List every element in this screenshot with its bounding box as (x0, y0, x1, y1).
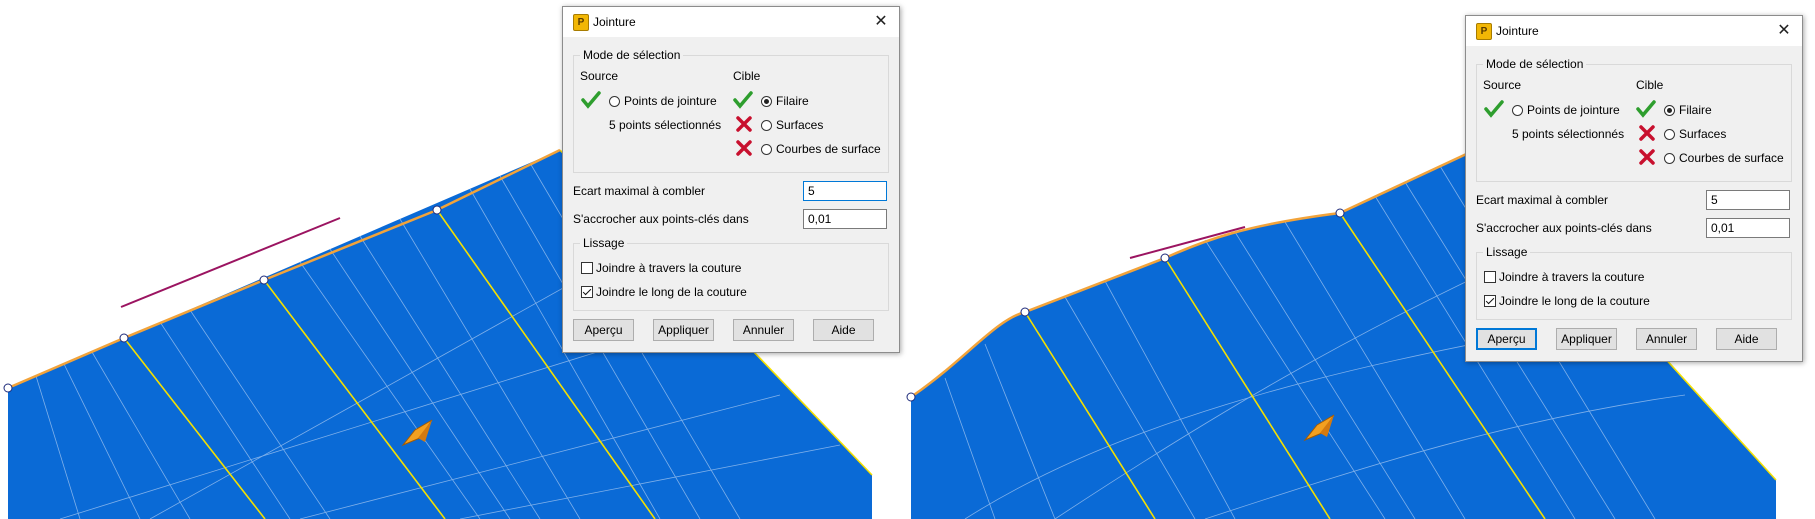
snap-keypoints-label: S'accrocher aux points-clés dans (1476, 221, 1652, 235)
source-label: Source (1483, 78, 1522, 92)
checkmark-icon (1636, 100, 1656, 118)
help-button[interactable]: Aide (813, 319, 874, 341)
checkbox-join-across-seam[interactable] (581, 262, 593, 274)
error-cross-icon (736, 140, 752, 156)
smoothing-group: Lissage (573, 236, 889, 311)
radio-target-wireframe[interactable] (1664, 105, 1675, 116)
error-cross-icon (1639, 125, 1655, 141)
dialog-title: Jointure (593, 15, 636, 29)
cancel-button[interactable]: Annuler (733, 319, 794, 341)
dialog-titlebar[interactable]: P Jointure ✕ (563, 7, 899, 37)
checkmark-icon (581, 91, 601, 109)
close-button[interactable]: ✕ (863, 7, 899, 37)
snap-keypoints-label: S'accrocher aux points-clés dans (573, 212, 749, 226)
apply-button[interactable]: Appliquer (1556, 328, 1617, 350)
selection-count-status: 5 points sélectionnés (1512, 127, 1625, 141)
radio-join-points-label[interactable]: Points de jointure (1527, 103, 1620, 117)
app-logo-icon: P (573, 14, 589, 31)
radio-join-points[interactable] (1512, 105, 1523, 116)
max-gap-field[interactable] (1706, 190, 1790, 210)
selection-count-status: 5 points sélectionnés (609, 118, 722, 132)
checkbox-join-across-seam[interactable] (1484, 271, 1496, 283)
group-legend: Mode de sélection (1483, 57, 1587, 71)
group-legend: Lissage (1483, 245, 1531, 259)
radio-join-points[interactable] (609, 96, 620, 107)
target-label: Cible (1636, 78, 1664, 92)
jointure-dialog: P Jointure ✕ Mode de sélection Source Ci… (1465, 15, 1803, 362)
radio-target-surfaces-label[interactable]: Surfaces (776, 118, 823, 132)
jointure-dialog: P Jointure ✕ Mode de sélection Source Ci… (562, 6, 900, 353)
checkbox-join-across-seam-label[interactable]: Joindre à travers la couture (1499, 270, 1644, 284)
max-gap-field[interactable] (803, 181, 887, 201)
checkbox-join-along-seam[interactable] (1484, 295, 1496, 307)
preview-button[interactable]: Aperçu (1476, 328, 1537, 350)
close-button[interactable]: ✕ (1766, 16, 1802, 46)
apply-button[interactable]: Appliquer (653, 319, 714, 341)
source-label: Source (580, 69, 619, 83)
radio-target-surfaces[interactable] (1664, 129, 1675, 140)
snap-tolerance-field[interactable] (1706, 218, 1790, 238)
cancel-button[interactable]: Annuler (1636, 328, 1697, 350)
radio-target-surfaces-label[interactable]: Surfaces (1679, 127, 1726, 141)
max-gap-label: Ecart maximal à combler (573, 184, 706, 198)
radio-target-wireframe-label[interactable]: Filaire (1679, 103, 1712, 117)
error-cross-icon (1639, 149, 1655, 165)
group-legend: Mode de sélection (580, 48, 684, 62)
group-legend: Lissage (580, 236, 628, 250)
smoothing-group: Lissage (1476, 245, 1792, 320)
checkbox-join-along-seam-label[interactable]: Joindre le long de la couture (596, 285, 747, 299)
preview-button[interactable]: Aperçu (573, 319, 634, 341)
radio-target-surface-curves[interactable] (1664, 153, 1675, 164)
radio-target-surfaces[interactable] (761, 120, 772, 131)
dialog-titlebar[interactable]: P Jointure ✕ (1466, 16, 1802, 46)
radio-join-points-label[interactable]: Points de jointure (624, 94, 717, 108)
checkmark-icon (1484, 100, 1504, 118)
radio-target-surface-curves[interactable] (761, 144, 772, 155)
radio-target-surface-curves-label[interactable]: Courbes de surface (1679, 151, 1784, 165)
help-button[interactable]: Aide (1716, 328, 1777, 350)
dialog-title: Jointure (1496, 24, 1539, 38)
snap-tolerance-field[interactable] (803, 209, 887, 229)
target-label: Cible (733, 69, 761, 83)
app-logo-icon: P (1476, 23, 1492, 40)
checkbox-join-along-seam[interactable] (581, 286, 593, 298)
checkbox-join-across-seam-label[interactable]: Joindre à travers la couture (596, 261, 741, 275)
radio-target-wireframe-label[interactable]: Filaire (776, 94, 809, 108)
radio-target-wireframe[interactable] (761, 96, 772, 107)
checkmark-icon (733, 91, 753, 109)
max-gap-label: Ecart maximal à combler (1476, 193, 1609, 207)
error-cross-icon (736, 116, 752, 132)
radio-target-surface-curves-label[interactable]: Courbes de surface (776, 142, 881, 156)
checkbox-join-along-seam-label[interactable]: Joindre le long de la couture (1499, 294, 1650, 308)
